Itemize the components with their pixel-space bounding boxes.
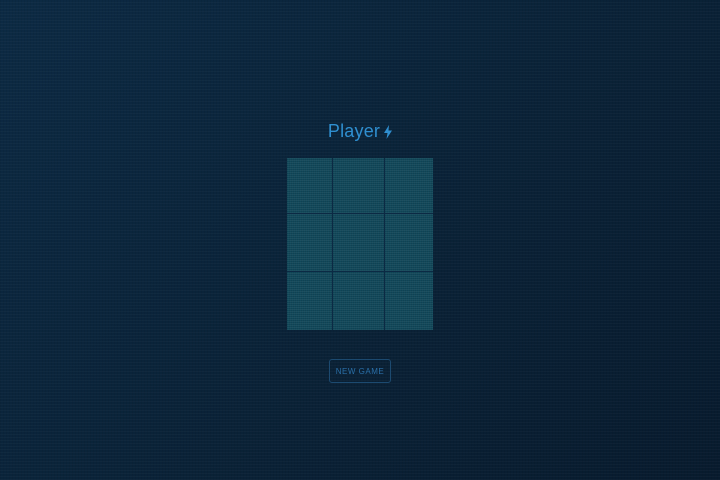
board-cell-2[interactable] <box>333 158 385 214</box>
new-game-button[interactable]: NEW GAME <box>329 359 391 383</box>
board-cell-1[interactable] <box>287 158 333 214</box>
board-cell-6[interactable] <box>385 214 433 272</box>
board-cell-8[interactable] <box>333 272 385 330</box>
turn-indicator: Player <box>0 119 720 145</box>
board-cell-3[interactable] <box>385 158 433 214</box>
board-cell-9[interactable] <box>385 272 433 330</box>
turn-label: Player <box>327 121 381 141</box>
board-cell-7[interactable] <box>287 272 333 330</box>
board-cell-4[interactable] <box>287 214 333 272</box>
board-cell-5[interactable] <box>333 214 385 272</box>
game-board <box>287 158 433 330</box>
lightning-bolt-icon <box>384 121 393 145</box>
